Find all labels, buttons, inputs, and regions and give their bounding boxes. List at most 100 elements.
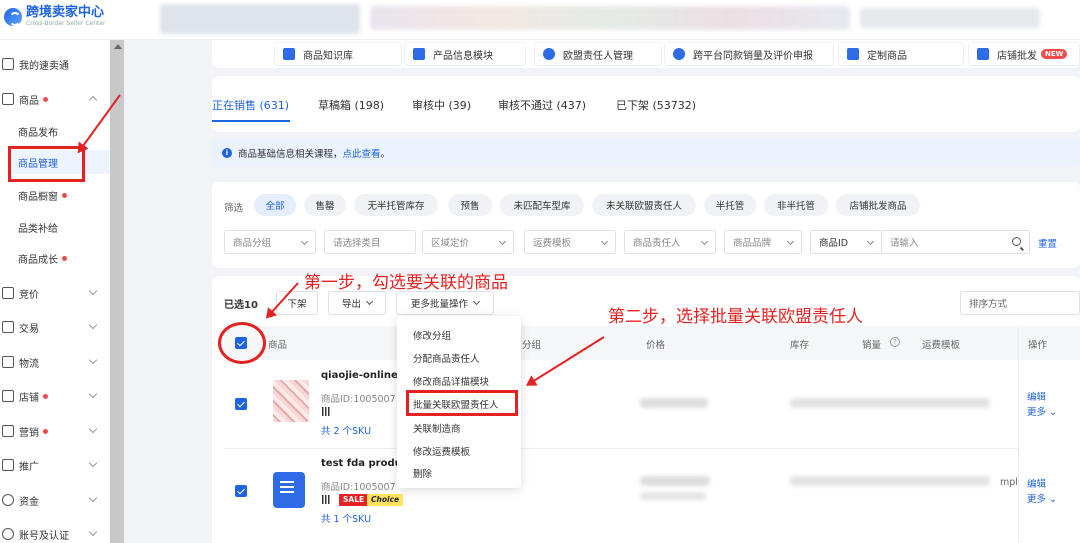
sidebar-item-store[interactable]: 店铺 xyxy=(0,382,110,410)
sidebar-item-logistics[interactable]: 物流 xyxy=(0,348,110,376)
trade-icon xyxy=(2,321,14,333)
sidebar-subitem-label: 品类补给 xyxy=(18,223,58,235)
row-checkbox[interactable] xyxy=(235,485,247,497)
sidebar-item-bidding[interactable]: 竞价 xyxy=(0,279,110,307)
sidebar-item-account[interactable]: 账号及认证 xyxy=(0,520,110,543)
export-button[interactable]: 导出 xyxy=(328,291,386,315)
sidebar-item-label: 物流 xyxy=(19,358,39,370)
search-input[interactable]: 请输入 xyxy=(882,230,1030,254)
filter-chip-no-eu-rep[interactable]: 未关联欧盟责任人 xyxy=(592,194,696,216)
brand-logo[interactable]: 跨境卖家中心 Cross-Border Seller Center xyxy=(4,6,106,28)
quick-link-label: 欧盟责任人管理 xyxy=(563,50,633,62)
group-select[interactable]: 商品分组 xyxy=(224,230,316,254)
filter-chip-presale[interactable]: 预售 xyxy=(448,194,492,216)
shipping-template-select[interactable]: 运费模板 xyxy=(524,230,616,254)
product-thumbnail[interactable] xyxy=(273,380,309,422)
more-link[interactable]: 更多 ⌄ xyxy=(1027,404,1057,418)
menu-item-edit-shipping[interactable]: 修改运费模板 xyxy=(413,444,470,458)
info-link[interactable]: 点此查看 xyxy=(343,146,381,160)
filter-chip-no-vehicle[interactable]: 未匹配车型库 xyxy=(500,194,584,216)
quick-link-knowledge[interactable]: 商品知识库 xyxy=(274,42,402,66)
sidebar-item-promote[interactable]: 推广 xyxy=(0,451,110,479)
filter-chip-all[interactable]: 全部 xyxy=(254,194,296,216)
sidebar-item-product[interactable]: 商品 xyxy=(0,85,110,113)
quick-link-label: 店铺批发 xyxy=(997,50,1037,62)
notification-dot xyxy=(62,255,67,261)
annotation-step1: 第一步，勾选要关联的商品 xyxy=(304,273,508,293)
brand-select[interactable]: 商品品牌 xyxy=(724,230,802,254)
store-icon xyxy=(2,390,14,402)
product-id: 商品ID:1005007 xyxy=(321,482,396,493)
tab-rejected[interactable]: 审核不通过 (437) xyxy=(498,97,586,113)
quick-link-info-module[interactable]: 产品信息模块 xyxy=(404,42,526,66)
more-link[interactable]: 更多 ⌄ xyxy=(1027,491,1057,505)
notification-dot xyxy=(43,393,48,399)
select-label: 请选择类目 xyxy=(333,238,381,249)
highlight-circle-select-all xyxy=(218,322,266,364)
filter-chip-soldout[interactable]: 售罄 xyxy=(304,194,346,216)
quick-link-custom[interactable]: 定制商品 xyxy=(838,42,964,66)
product-name[interactable]: qiaojie-online-t xyxy=(321,370,407,381)
row-separator xyxy=(224,448,1080,449)
tab-offline[interactable]: 已下架 (53732) xyxy=(616,97,696,113)
filter-chip-non-semi[interactable]: 非半托管 xyxy=(764,194,828,216)
tab-drafts[interactable]: 草稿箱 (198) xyxy=(318,97,384,113)
logistics-icon xyxy=(2,356,14,368)
region-price-select[interactable]: 区域定价 xyxy=(422,230,514,254)
sidebar-item-home[interactable]: 我的速卖通 xyxy=(0,50,110,78)
sku-count-link[interactable]: 共 2 个SKU xyxy=(321,423,371,437)
sidebar-scrollbar[interactable] xyxy=(110,40,124,543)
brand-subtitle: Cross-Border Seller Center xyxy=(26,20,106,27)
menu-item-delete[interactable]: 删除 xyxy=(413,466,432,480)
tab-reviewing[interactable]: 审核中 (39) xyxy=(412,97,471,113)
tab-on-sale[interactable]: 正在销售 (631) xyxy=(212,97,289,113)
offline-button[interactable]: 下架 xyxy=(276,291,318,315)
batch-actions-button[interactable]: 更多批量操作 xyxy=(396,291,494,315)
qr-code-icon[interactable] xyxy=(322,495,331,504)
notification-dot xyxy=(62,192,67,198)
funds-icon xyxy=(2,494,14,506)
select-label: 商品品牌 xyxy=(733,238,772,249)
column-header-stock: 库存 xyxy=(790,340,810,351)
category-select[interactable]: 请选择类目 xyxy=(324,230,416,254)
sort-select[interactable]: 排序方式 xyxy=(960,291,1080,315)
sidebar-item-marketing[interactable]: 营销 xyxy=(0,417,110,445)
notification-dot xyxy=(43,96,48,102)
chevron-down-icon xyxy=(88,320,98,330)
select-label: 商品分组 xyxy=(233,238,272,249)
edit-link[interactable]: 编辑 xyxy=(1027,476,1046,490)
search-icon[interactable] xyxy=(1012,237,1021,246)
chevron-down-icon xyxy=(88,424,98,434)
menu-item-link-manufacturer[interactable]: 关联制造商 xyxy=(413,421,461,435)
edit-link[interactable]: 编辑 xyxy=(1027,389,1046,403)
sidebar-item-funds[interactable]: 资金 xyxy=(0,486,110,514)
filter-chip-semi-managed[interactable]: 半托管 xyxy=(704,194,756,216)
sidebar-subitem-growth[interactable]: 商品成长 xyxy=(18,246,67,270)
id-type-select[interactable]: 商品ID xyxy=(810,230,882,254)
help-icon[interactable]: ? xyxy=(890,337,900,347)
quick-link-cross-platform[interactable]: 跨平台同款销量及评价申报 xyxy=(664,42,834,66)
product-name[interactable]: test fda produ xyxy=(321,458,402,469)
menu-item-edit-group[interactable]: 修改分组 xyxy=(413,328,451,342)
filter-chip-no-stock[interactable]: 无半托管库存 xyxy=(354,194,438,216)
product-icon xyxy=(2,93,14,105)
quick-link-eu-rep[interactable]: 欧盟责任人管理 xyxy=(534,42,662,66)
row-checkbox[interactable] xyxy=(235,398,247,410)
product-thumbnail[interactable] xyxy=(273,472,305,508)
sidebar-subitem-supply[interactable]: 品类补给 xyxy=(18,215,58,239)
scroll-up-icon[interactable] xyxy=(114,44,122,49)
menu-item-assign-owner[interactable]: 分配商品责任人 xyxy=(413,351,480,365)
sku-count-link[interactable]: 共 1 个SKU xyxy=(321,511,371,525)
sidebar-item-trade[interactable]: 交易 xyxy=(0,313,110,341)
filter-chip-wholesale[interactable]: 店铺批发商品 xyxy=(836,194,920,216)
menu-item-edit-detail-module[interactable]: 修改商品详描模块 xyxy=(413,374,489,388)
sidebar-subitem-publish[interactable]: 商品发布 xyxy=(18,119,58,143)
quick-link-wholesale[interactable]: 店铺批发 NEW xyxy=(968,42,1080,66)
owner-select[interactable]: 商品责任人 xyxy=(624,230,716,254)
sidebar-subitem-showcase[interactable]: 商品橱窗 xyxy=(18,183,67,207)
reset-link[interactable]: 重置 xyxy=(1038,236,1057,250)
qr-code-icon[interactable] xyxy=(322,407,331,416)
column-header-sales[interactable]: 销量 xyxy=(862,337,881,351)
sidebar-item-label: 营销 xyxy=(19,427,39,439)
select-label: 运费模板 xyxy=(533,238,572,249)
